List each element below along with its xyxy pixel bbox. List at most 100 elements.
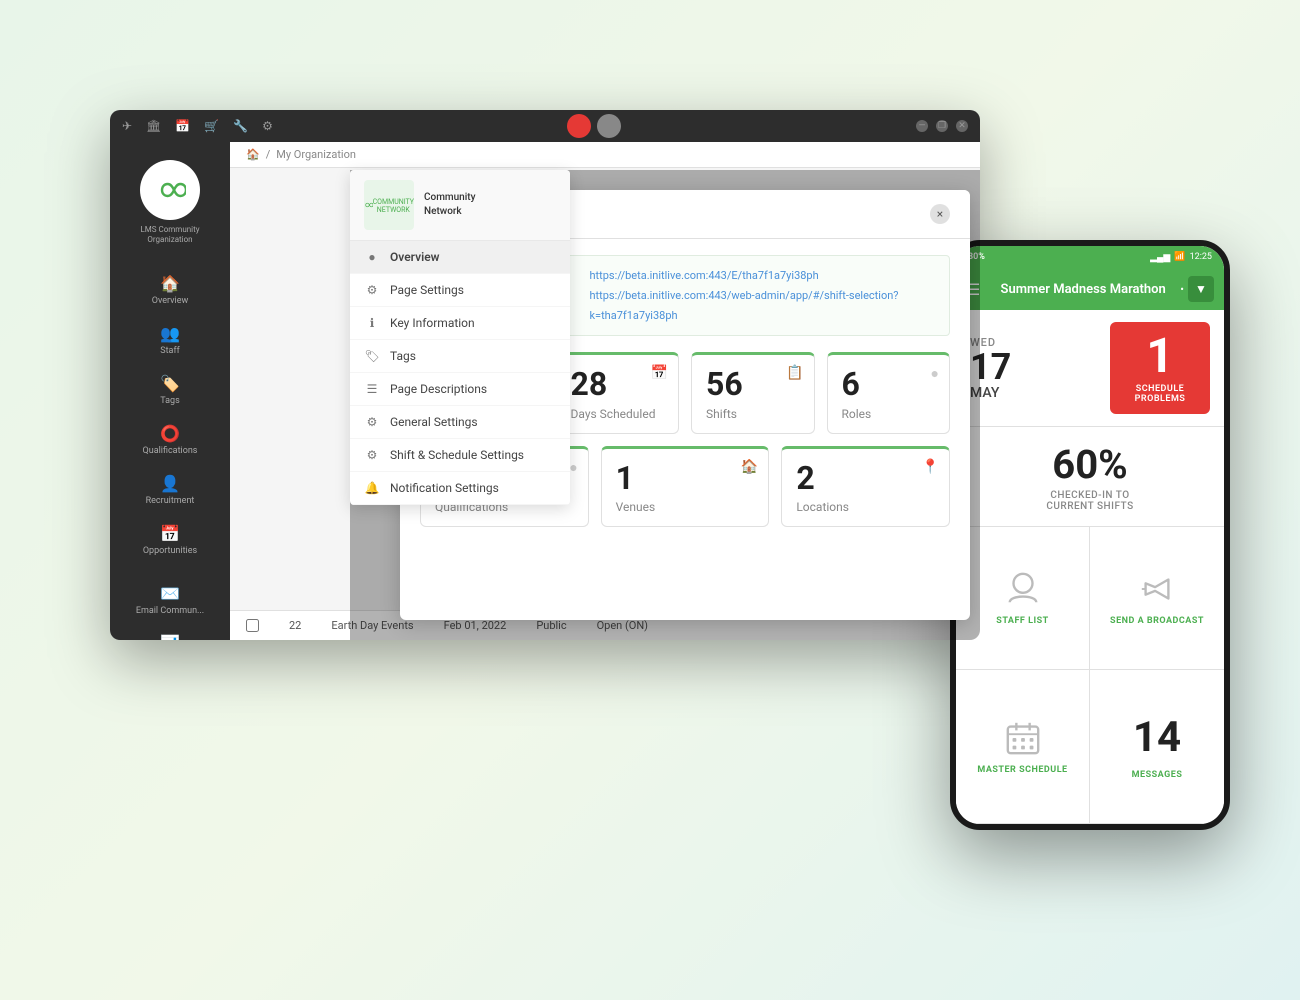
app-sidebar: LMS Community Organization 🏠 Overview 👥 …: [110, 142, 230, 640]
stat-venues-icon: 🏠: [741, 459, 758, 475]
dropdown-item-key-info[interactable]: ℹ Key Information: [350, 307, 570, 340]
staff-list-icon: [1004, 570, 1042, 608]
tools-icon: 🔧: [233, 119, 248, 133]
phone-wifi-icon: 📶: [1174, 252, 1185, 262]
phone-time: 12:25: [1190, 252, 1212, 262]
phone-title-dot: •: [1180, 283, 1184, 296]
breadcrumb-separator: /: [266, 148, 271, 161]
stat-locations-label: Locations: [796, 500, 935, 514]
public-link-url[interactable]: https://beta.initlive.com:443/E/tha7f1a7…: [589, 266, 818, 286]
tags-label: Tags: [160, 396, 179, 406]
table-checkbox[interactable]: [246, 619, 259, 632]
reports-icon: 📊: [160, 634, 180, 640]
dropdown-item-page-settings[interactable]: ⚙ Page Settings: [350, 274, 570, 307]
stat-qual-icon: ●: [569, 459, 577, 476]
phone-action-master-schedule[interactable]: MASTER SCHEDULE: [956, 670, 1090, 824]
phone-status-bar: 80% ▂▄▆ 📶 12:25: [956, 246, 1224, 268]
stat-roles-label: Roles: [842, 407, 936, 421]
tags-icon: 🏷️: [160, 374, 180, 393]
staff-label: Staff: [160, 346, 179, 356]
dropdown-item-general[interactable]: ⚙ General Settings: [350, 406, 570, 439]
close-button[interactable]: ✕: [956, 120, 968, 132]
stat-days-label: Days Scheduled: [571, 407, 665, 421]
phone-signal-icon: ▂▄▆: [1150, 252, 1170, 263]
recruit-label: Recruitment: [146, 496, 195, 506]
dropdown-item-shift-schedule[interactable]: ⚙ Shift & Schedule Settings: [350, 439, 570, 472]
stat-venues: 🏠 1 Venues: [601, 446, 770, 527]
sidebar-item-reports[interactable]: 📊 Reports: [110, 626, 230, 640]
phone-schedule-problems-tile[interactable]: 1 SCHEDULEPROBLEMS: [1110, 322, 1210, 414]
phone-action-broadcast[interactable]: SEND A BROADCAST: [1090, 527, 1224, 670]
phone-date-left: WED 17 MAY: [970, 322, 1100, 414]
sidebar-item-staff[interactable]: 👥 Staff: [110, 316, 230, 364]
phone-checkin-label: CHECKED-IN TOCURRENT SHIFTS: [970, 490, 1210, 512]
sidebar-item-recruitment[interactable]: 👤 Recruitment: [110, 466, 230, 514]
sidebar-item-opportunities[interactable]: 📅 Opportunities: [110, 516, 230, 564]
messages-label: MESSAGES: [1132, 770, 1183, 780]
phone-action-messages[interactable]: 14 MESSAGES: [1090, 670, 1224, 824]
cart-icon: 🛒: [204, 119, 219, 133]
org-logo-area: LMS Community Organization: [110, 152, 230, 254]
dropdown-header: COMMUNITYNETWORK CommunityNetwork: [350, 170, 570, 241]
dropdown-logo: COMMUNITYNETWORK: [364, 180, 414, 230]
master-schedule-label: MASTER SCHEDULE: [977, 765, 1067, 775]
org-name-label: LMS Community Organization: [118, 225, 222, 246]
stat-venues-number: 1: [616, 461, 755, 496]
sidebar-item-qualifications[interactable]: ⭕ Qualifications: [110, 416, 230, 464]
table-row-number: 22: [289, 619, 301, 632]
phone-app-title: Summer Madness Marathon: [990, 282, 1176, 297]
titlebar-nav-icons: ✈ 🏛 📅 🛒 🔧 ⚙: [122, 119, 273, 133]
phone-checkin-percentage: 60%: [970, 441, 1210, 488]
key-info-icon: ℹ: [364, 316, 380, 330]
dropdown-item-overview[interactable]: ● Overview: [350, 241, 570, 274]
modal-close-button[interactable]: ×: [930, 204, 950, 224]
qual-icon: ⭕: [160, 424, 180, 443]
staff-list-label: STAFF LIST: [996, 616, 1048, 626]
stat-roles: ● 6 Roles: [827, 352, 951, 433]
phone-messages-number: 14: [1133, 713, 1181, 762]
settings-icon: ⚙: [262, 119, 273, 133]
stat-locations-number: 2: [796, 461, 935, 496]
calendar-icon: 📅: [175, 119, 190, 133]
dropdown-item-notifications[interactable]: 🔔 Notification Settings: [350, 472, 570, 505]
app-layout: LMS Community Organization 🏠 Overview 👥 …: [110, 142, 980, 640]
tags-menu-icon: 🏷: [364, 349, 380, 363]
stat-shifts-label: Shifts: [706, 407, 800, 421]
email-label: Email Commun...: [136, 606, 204, 616]
page-settings-icon: ⚙: [364, 283, 380, 297]
window-controls[interactable]: — ❐ ✕: [916, 120, 968, 132]
shift-schedule-icon: ⚙: [364, 448, 380, 462]
shift-link-url[interactable]: https://beta.initlive.com:443/web-admin/…: [589, 286, 935, 326]
titlebar-avatars: [567, 114, 621, 138]
infinity-logo-icon: [154, 180, 186, 200]
minimize-button[interactable]: —: [916, 120, 928, 132]
sidebar-item-email[interactable]: ✉️ Email Commun...: [110, 576, 230, 624]
page-desc-icon: ☰: [364, 382, 380, 396]
phone-screen: 80% ▂▄▆ 📶 12:25 ☰ Summer Madness Maratho…: [956, 246, 1224, 824]
qual-label: Qualifications: [143, 446, 198, 456]
stat-shifts: 📋 56 Shifts: [691, 352, 815, 433]
broadcast-label: SEND A BROADCAST: [1110, 616, 1204, 626]
avatar-1: [567, 114, 591, 138]
overview-dot-icon: ●: [364, 250, 380, 264]
stat-locations: 📍 2 Locations: [781, 446, 950, 527]
maximize-button[interactable]: ❐: [936, 120, 948, 132]
dropdown-org-name: CommunityNetwork: [424, 191, 476, 219]
dropdown-item-tags[interactable]: 🏷 Tags: [350, 340, 570, 373]
dropdown-logo-icon: [364, 194, 373, 216]
phone-checkin-section: 60% CHECKED-IN TOCURRENT SHIFTS: [956, 427, 1224, 527]
phone-date-section: WED 17 MAY 1 SCHEDULEPROBLEMS: [956, 310, 1224, 427]
sidebar-item-tags[interactable]: 🏷️ Tags: [110, 366, 230, 414]
opps-icon: 📅: [160, 524, 180, 543]
phone-dropdown-button[interactable]: ▼: [1188, 276, 1214, 302]
app-main: 🏠 / My Organization 22 Earth Day Events …: [230, 142, 980, 640]
dropdown-item-page-desc[interactable]: ☰ Page Descriptions: [350, 373, 570, 406]
dropdown-menu: COMMUNITYNETWORK CommunityNetwork ● Over…: [350, 170, 570, 505]
breadcrumb: 🏠 / My Organization: [230, 142, 980, 168]
sidebar-item-overview[interactable]: 🏠 Overview: [110, 266, 230, 314]
overview-icon: 🏠: [160, 274, 180, 293]
general-settings-icon: ⚙: [364, 415, 380, 429]
dropdown-logo-text: COMMUNITYNETWORK: [373, 198, 414, 215]
breadcrumb-home-icon: 🏠: [246, 148, 260, 161]
desktop-window: ✈ 🏛 📅 🛒 🔧 ⚙ — ❐ ✕: [110, 110, 980, 640]
